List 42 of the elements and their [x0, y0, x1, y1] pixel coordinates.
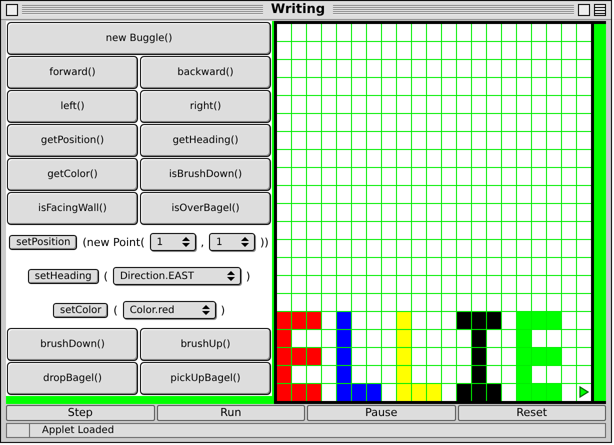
updown-arrows-icon	[182, 237, 190, 248]
command-button[interactable]: getHeading()	[140, 124, 271, 157]
command-button[interactable]: right()	[140, 90, 271, 123]
command-button[interactable]: dropBagel()	[7, 362, 138, 395]
updown-arrows-icon	[241, 237, 250, 248]
command-button[interactable]: isFacingWall()	[7, 192, 138, 225]
status-text: Applet Loaded	[41, 424, 114, 436]
command-button[interactable]: setPosition	[9, 234, 78, 250]
command-button[interactable]: new Buggle()	[7, 22, 271, 55]
updown-arrows-icon	[202, 305, 210, 316]
collapse-box[interactable]	[594, 4, 606, 16]
control-button[interactable]: Pause	[307, 404, 456, 421]
command-button[interactable]: backward()	[140, 56, 271, 89]
code-text: )	[246, 270, 250, 283]
zoom-box[interactable]	[578, 4, 590, 16]
command-button[interactable]: getPosition()	[7, 124, 138, 157]
command-button[interactable]: brushDown()	[7, 328, 138, 361]
dropdown[interactable]: 1	[150, 233, 196, 252]
command-button[interactable]: isBrushDown()	[140, 158, 271, 191]
window-title: Writing	[270, 2, 326, 18]
close-box[interactable]	[6, 4, 18, 16]
command-button[interactable]: isOverBagel()	[140, 192, 271, 225]
code-text: )	[220, 304, 225, 317]
command-button[interactable]: left()	[7, 90, 138, 123]
control-button[interactable]: Run	[156, 404, 305, 421]
control-button[interactable]: Step	[6, 404, 154, 421]
code-text: (	[104, 270, 108, 283]
code-text: ))	[260, 236, 269, 249]
command-button[interactable]: brushUp()	[140, 328, 271, 361]
dropdown[interactable]: Color.red	[122, 301, 216, 320]
updown-arrows-icon	[226, 271, 235, 282]
command-button[interactable]: forward()	[7, 56, 138, 89]
control-button[interactable]: Reset	[458, 404, 606, 421]
code-text: (new Point(	[82, 236, 145, 249]
code-text: (	[113, 304, 118, 317]
command-button[interactable]: pickUpBagel()	[140, 362, 271, 395]
command-button[interactable]: setColor	[53, 302, 108, 318]
command-button[interactable]: getColor()	[7, 158, 138, 191]
dropdown[interactable]: 1	[209, 233, 256, 252]
dropdown[interactable]: Direction.EAST	[112, 267, 241, 286]
command-button[interactable]: setHeading	[28, 268, 99, 284]
code-text: ,	[200, 236, 204, 249]
